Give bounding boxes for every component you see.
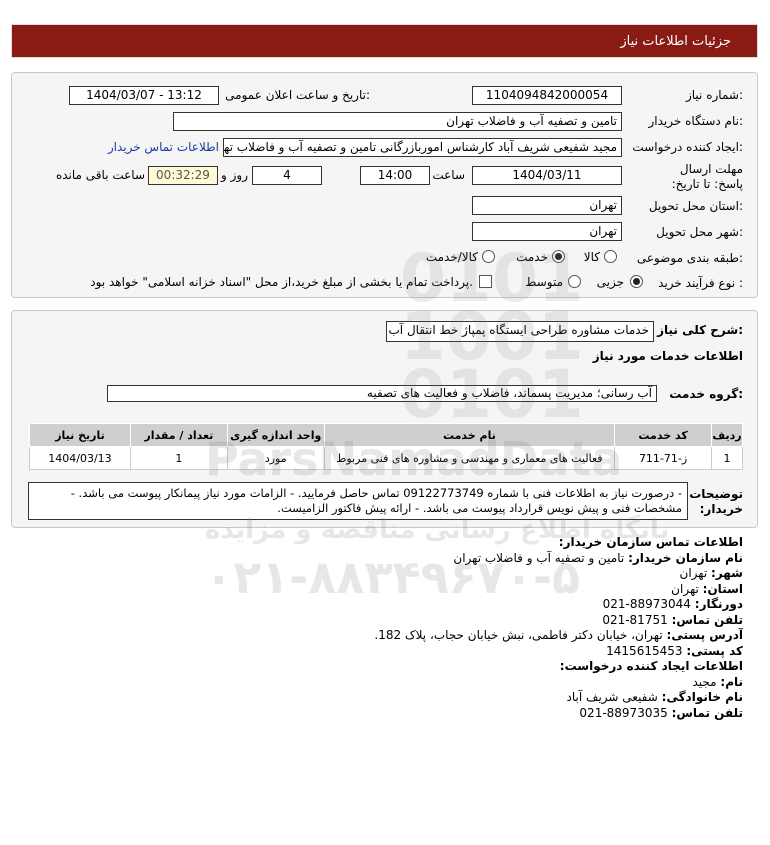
service-group-field: آب رسانی؛ مدیریت پسماند، فاضلاب و فعالیت… [107, 385, 657, 402]
col-unit: واحد اندازه گیری [226, 423, 325, 447]
page-title: جزئیات اطلاعات نیاز [620, 34, 731, 49]
category-option-goods-service: کالا/خدمت [425, 250, 478, 264]
city-field: تهران [472, 222, 622, 241]
deadline-date-field: 1404/03/11 [472, 166, 622, 185]
page-header: جزئیات اطلاعات نیاز [11, 24, 758, 58]
process-label: نوع فرآیند خرید : [658, 276, 743, 290]
contact-fax: دورنگار: 021-88973044 [602, 597, 743, 611]
city-label: شهر محل تحویل: [656, 225, 743, 239]
treasury-payment-note: پرداخت تمام یا بخشی از مبلغ خرید،از محل … [90, 275, 473, 289]
deadline-time-field: 14:00 [360, 166, 430, 185]
announce-label: تاریخ و ساعت اعلان عمومی: [225, 88, 370, 102]
need-number-label: شماره نیاز: [685, 88, 743, 102]
announce-field: 1404/03/07 - 13:12 [69, 86, 219, 105]
process-radio-minor[interactable] [630, 275, 643, 288]
treasury-payment-checkbox[interactable] [479, 275, 492, 288]
contact-org: نام سازمان خریدار: تامین و تصفیه آب و فا… [453, 550, 743, 565]
creator-label: ایجاد کننده درخواست: [632, 140, 743, 154]
category-radio-goods[interactable] [604, 250, 617, 263]
cell-need-date: 1404/03/13 [29, 446, 131, 470]
contact-title: اطلاعات تماس سازمان خریدار: [558, 535, 743, 549]
category-option-goods: کالا [583, 250, 600, 264]
buyer-notes-label: توضیحات خریدار: [689, 487, 743, 516]
contact-address: آدرس پستی: تهران، خیابان دکتر فاطمی، نبش… [374, 628, 743, 642]
col-quantity: تعداد / مقدار [129, 423, 228, 447]
summary-label: شرح کلی نیاز: [657, 323, 743, 337]
buyer-contact-section: اطلاعات تماس سازمان خریدار: نام سازمان خ… [43, 535, 743, 721]
col-need-date: تاریخ نیاز [29, 423, 131, 447]
buyer-contact-link[interactable]: اطلاعات تماس خریدار [108, 140, 219, 154]
cell-quantity: 1 [129, 446, 228, 470]
process-radio-medium[interactable] [568, 275, 581, 288]
cell-row: 1 [711, 446, 743, 470]
province-label: استان محل تحویل: [648, 199, 743, 213]
remaining-time-field: 00:32:29 [148, 166, 218, 185]
col-row: ردیف [711, 423, 743, 447]
contact-postal: کد پستی: 1415615453 [606, 643, 743, 658]
creator-name: نام: مجید [692, 674, 743, 689]
province-field: تهران [472, 196, 622, 215]
creator-phone: تلفن تماس: 021-88973035 [579, 705, 743, 720]
services-section-title: اطلاعات خدمات مورد نیاز [592, 349, 743, 363]
category-option-service: خدمت [516, 250, 548, 264]
cell-unit: مورد [226, 446, 325, 470]
days-label: روز و [221, 168, 248, 182]
category-radio-service[interactable] [552, 250, 565, 263]
need-number-field: 1104094842000054 [472, 86, 622, 105]
buyer-org-field: تامین و تصفیه آب و فاضلاب تهران [173, 112, 622, 131]
remaining-label: ساعت باقی مانده [55, 168, 145, 182]
services-table: ردیف کد خدمت نام خدمت واحد اندازه گیری ت… [29, 423, 743, 470]
cell-service-code: ز-71-711 [614, 446, 713, 470]
creator-family: نام خانوادگی: شفیعی شریف آباد [566, 690, 743, 704]
contact-city: شهر: تهران [679, 566, 743, 580]
category-radio-goods-service[interactable] [482, 250, 495, 263]
services-table-header: ردیف کد خدمت نام خدمت واحد اندازه گیری ت… [29, 423, 743, 447]
process-option-medium: متوسط [525, 275, 563, 289]
deadline-label: مهلت ارسال پاسخ: تا تاریخ: [671, 162, 743, 191]
creator-contact-title: اطلاعات ایجاد کننده درخواست: [559, 659, 743, 673]
summary-field: خدمات مشاوره طراحی ایستگاه پمپاژ خط انتق… [386, 321, 654, 342]
cell-service-name: فعالیت های معماری و مهندسی و مشاوره های … [323, 446, 616, 470]
contact-phone: تلفن تماس: 021-81751 [602, 612, 743, 627]
category-label: طبقه بندی موضوعی: [636, 251, 743, 265]
creator-field: مجید شفیعی شریف آباد کارشناس اموربازرگان… [223, 138, 622, 157]
table-row: 1 ز-71-711 فعالیت های معماری و مهندسی و … [29, 446, 743, 470]
service-group-label: گروه خدمت: [669, 387, 743, 401]
process-option-minor: جزیی [596, 275, 624, 289]
contact-province: استان: تهران [671, 581, 743, 596]
buyer-org-label: نام دستگاه خریدار: [648, 114, 744, 128]
col-service-code: کد خدمت [614, 423, 713, 447]
deadline-time-label: ساعت [432, 168, 465, 182]
remaining-days-field: 4 [252, 166, 322, 185]
buyer-notes-box: - درصورت نیاز به اطلاعات فنی با شماره 09… [28, 482, 688, 520]
col-service-name: نام خدمت [323, 423, 616, 447]
